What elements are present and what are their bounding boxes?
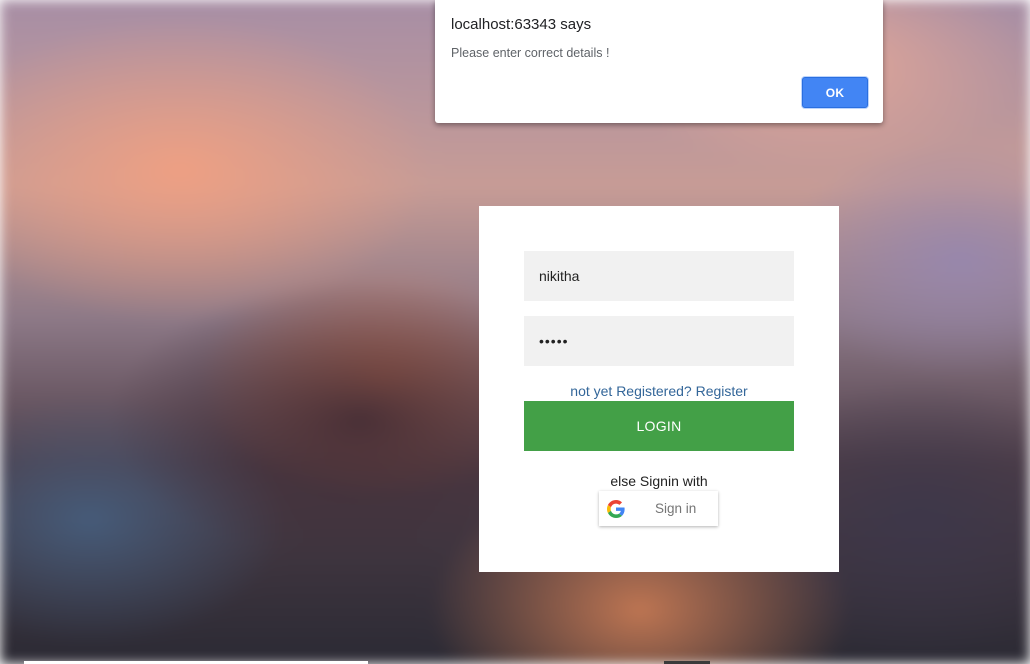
- login-card: nikitha ••••• not yet Registered? Regist…: [479, 206, 839, 572]
- google-signin-button[interactable]: Sign in: [599, 491, 718, 526]
- alert-title: localhost:63343 says: [451, 16, 592, 33]
- alert-message: Please enter correct details !: [451, 46, 610, 60]
- password-input[interactable]: •••••: [524, 316, 794, 366]
- register-link[interactable]: not yet Registered? Register: [479, 383, 839, 399]
- google-signin-label: Sign in: [655, 501, 697, 516]
- alert-dialog: localhost:63343 says Please enter correc…: [435, 0, 883, 123]
- username-input[interactable]: nikitha: [524, 251, 794, 301]
- else-signin-text: else Signin with: [610, 473, 708, 489]
- google-g-icon: [607, 499, 625, 518]
- login-button[interactable]: LOGIN: [524, 401, 794, 451]
- ok-button[interactable]: OK: [802, 77, 868, 108]
